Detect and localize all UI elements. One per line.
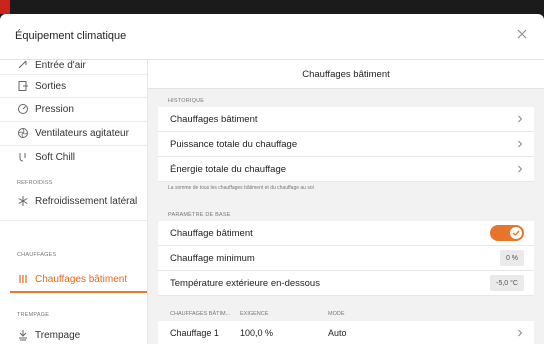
page-title: Chauffages bâtiment <box>148 60 544 89</box>
temp-value[interactable]: -5,0 °C <box>490 275 524 291</box>
table-header: CHAUFFAGES BÂTIM... EXIGENCE MODE <box>158 308 534 322</box>
chevron-right-icon <box>516 114 524 124</box>
sidebar-item-sorties[interactable]: Sorties <box>0 77 147 95</box>
air-inlet-icon <box>17 60 29 71</box>
chevron-right-icon <box>516 139 524 149</box>
active-indicator <box>10 291 147 293</box>
sidebar-item-label: Refroidissement latéral <box>35 195 138 207</box>
outlet-icon <box>17 80 29 92</box>
history-row-energie[interactable]: Énergie totale du chauffage <box>158 157 534 182</box>
climate-equipment-dialog: Équipement climatique Entrée d'air Sorti… <box>0 14 544 344</box>
sidebar-section-refroidiss: REFROIDISS <box>17 180 53 186</box>
row-label: Énergie totale du chauffage <box>170 163 287 175</box>
divider <box>0 97 147 98</box>
sidebar-item-label: Entrée d'air <box>35 60 86 71</box>
heater-name: Chauffage 1 <box>170 328 219 338</box>
history-row-chauffages[interactable]: Chauffages bâtiment <box>158 107 534 132</box>
row-label: Température extérieure en-dessous <box>170 277 320 289</box>
section-historique: HISTORIQUE <box>168 98 205 104</box>
sidebar-item-pression[interactable]: Pression <box>0 100 147 118</box>
sidebar-item-refroidissement-lateral[interactable]: Refroidissement latéral <box>0 192 147 210</box>
history-note: La somme de tous les chauffages bâtiment… <box>168 185 314 191</box>
param-row-chauffage-batiment: Chauffage bâtiment <box>158 221 534 246</box>
column-header: MODE <box>328 311 345 317</box>
sidebar-item-air-inlet[interactable]: Entrée d'air <box>0 60 147 74</box>
heater-mode: Auto <box>328 328 347 338</box>
os-title-bar <box>0 0 544 14</box>
dialog-title: Équipement climatique <box>15 30 127 42</box>
divider <box>0 121 147 122</box>
history-row-puissance[interactable]: Puissance totale du chauffage <box>158 132 534 157</box>
sidebar-item-trempage[interactable]: Trempage <box>0 326 147 344</box>
dialog-header: Équipement climatique <box>0 14 544 60</box>
sidebar-section-trempage: TREMPAGE <box>17 312 50 318</box>
section-parametre: PARAMÈTRE DE BASE <box>168 212 231 218</box>
fan-icon <box>17 127 29 139</box>
row-label: Chauffage bâtiment <box>170 227 253 239</box>
sidebar-item-ventilateurs[interactable]: Ventilateurs agitateur <box>0 124 147 142</box>
sidebar-section-chauffages: CHAUFFAGES <box>17 252 57 258</box>
row-label: Puissance totale du chauffage <box>170 138 298 150</box>
close-icon[interactable] <box>514 26 530 42</box>
heater-exigence: 100,0 % <box>240 328 274 338</box>
param-row-temperature[interactable]: Température extérieure en-dessous -5,0 °… <box>158 271 534 296</box>
chevron-right-icon <box>516 164 524 174</box>
param-row-minimum[interactable]: Chauffage minimum 0 % <box>158 246 534 271</box>
cooling-icon <box>17 195 29 207</box>
sidebar-item-label: Ventilateurs agitateur <box>35 127 129 139</box>
row-label: Chauffages bâtiment <box>170 113 258 125</box>
sidebar-item-label: Soft Chill <box>35 151 76 163</box>
min-value[interactable]: 0 % <box>499 250 524 266</box>
sidebar-item-soft-chill[interactable]: Soft Chill <box>0 148 147 166</box>
table-row[interactable]: Chauffage 1 100,0 % Auto <box>158 321 534 344</box>
pressure-icon <box>17 103 29 115</box>
main-panel: Chauffages bâtiment HISTORIQUE Chauffage… <box>148 60 544 344</box>
sidebar-item-label: Pression <box>35 103 74 115</box>
check-icon <box>510 227 522 239</box>
row-label: Chauffage minimum <box>170 252 255 264</box>
chevron-right-icon <box>516 328 524 340</box>
chauffage-toggle[interactable] <box>490 225 524 241</box>
sidebar: Entrée d'air Sorties Pression Ventilateu… <box>0 60 148 344</box>
sidebar-item-label: Sorties <box>35 80 67 92</box>
divider <box>0 220 147 221</box>
soft-chill-icon <box>17 151 29 163</box>
heater-icon <box>17 273 29 285</box>
column-header: EXIGENCE <box>240 311 269 317</box>
title-bar-accent <box>0 0 10 14</box>
divider <box>0 145 147 146</box>
sidebar-item-label: Trempage <box>35 329 81 341</box>
soaking-icon <box>17 329 29 341</box>
divider <box>0 74 147 75</box>
sidebar-item-label: Chauffages bâtiment <box>35 273 128 285</box>
column-header: CHAUFFAGES BÂTIM... <box>170 311 231 317</box>
sidebar-item-chauffages-batiment[interactable]: Chauffages bâtiment <box>0 270 147 288</box>
